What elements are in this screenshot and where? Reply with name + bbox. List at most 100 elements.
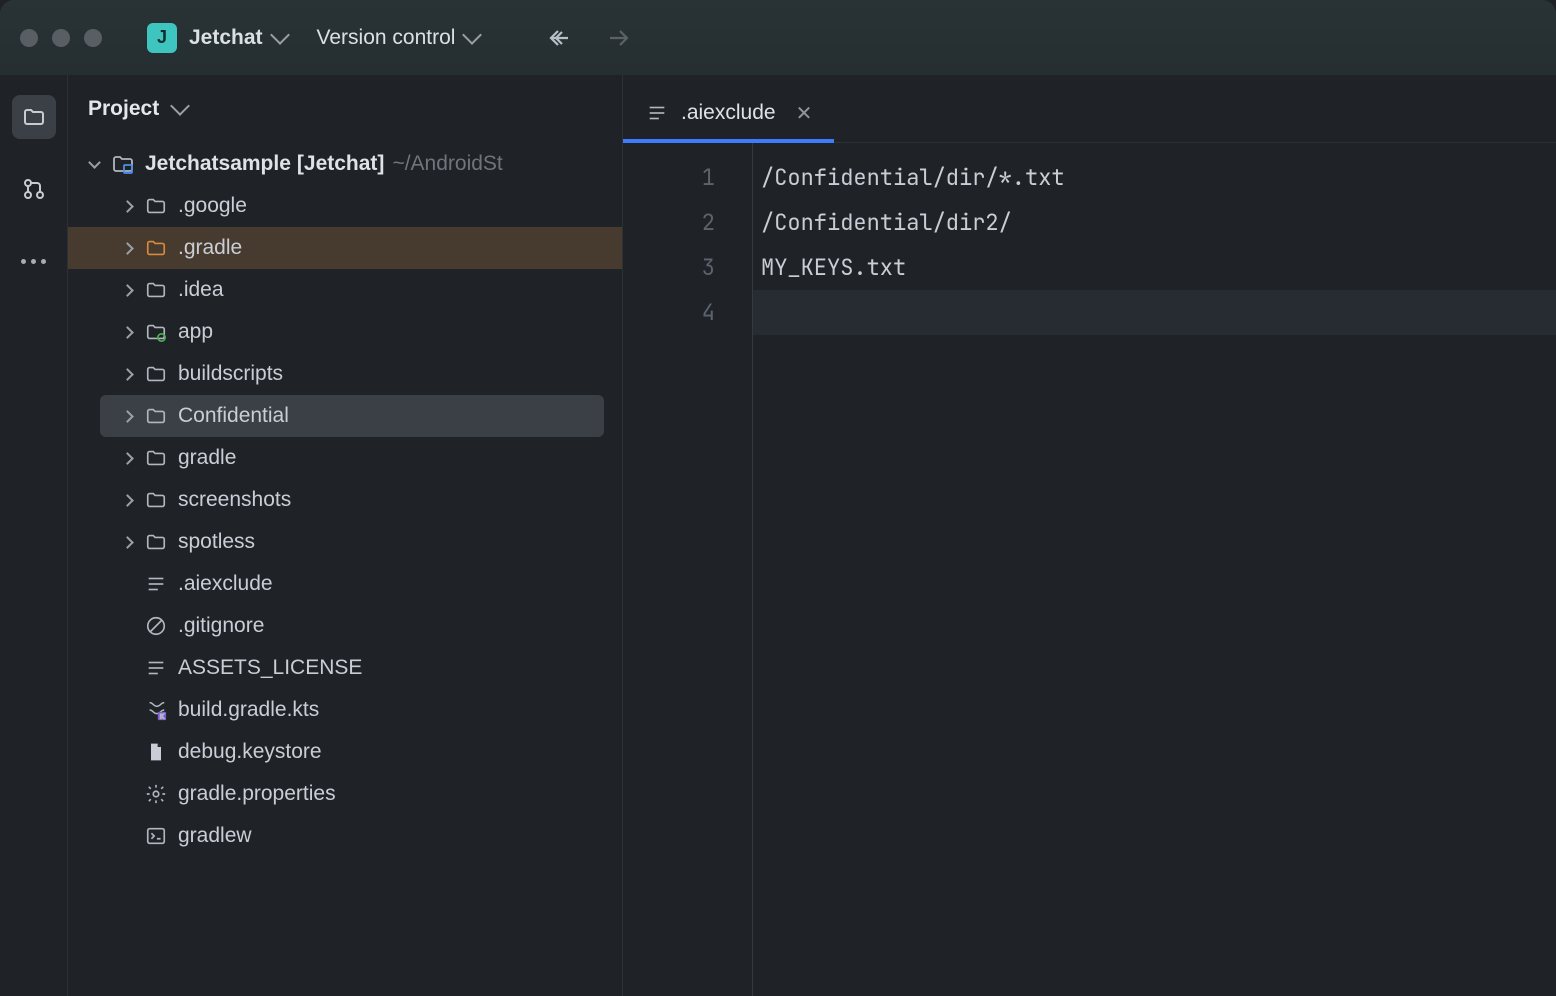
tree-item[interactable]: debug.keystore [68,731,622,773]
module-folder-icon [111,152,135,176]
code-line[interactable]: MY_KEYS.txt [753,245,1556,290]
close-window-icon[interactable] [20,29,38,47]
project-panel-header[interactable]: Project [68,75,622,143]
tree-root[interactable]: Jetchatsample [Jetchat] ~/AndroidSt [68,143,622,185]
folder-icon [144,446,168,470]
code-area[interactable]: 1234 /Confidential/dir/*.txt/Confidentia… [623,143,1556,996]
tree-item[interactable]: .gradle [68,227,622,269]
minimize-window-icon[interactable] [52,29,70,47]
tree-item[interactable]: spotless [68,521,622,563]
tree-item[interactable]: .gitignore [68,605,622,647]
tree-root-path: ~/AndroidSt [392,152,502,176]
tree-item-label: screenshots [178,488,291,512]
tree-item-label: .gradle [178,236,242,260]
expand-toggle[interactable] [116,496,138,505]
editor: .aiexclude ✕ 1234 /Confidential/dir/*.tx… [623,75,1556,996]
window-controls [20,29,102,47]
chevron-down-icon [170,96,190,116]
file-icon [144,740,168,764]
tree-item[interactable]: .idea [68,269,622,311]
line-number: 1 [623,155,753,200]
tree-item-label: gradle [178,446,236,470]
folder-icon [144,530,168,554]
vcs-dropdown[interactable]: Version control [317,26,456,50]
expand-toggle[interactable] [116,286,138,295]
expand-toggle[interactable] [116,412,138,421]
close-tab-icon[interactable]: ✕ [796,101,813,126]
expand-toggle[interactable] [116,202,138,211]
project-name-dropdown[interactable]: Jetchat [189,26,263,50]
tree-item[interactable]: .aiexclude [68,563,622,605]
tree-item[interactable]: .google [68,185,622,227]
line-number: 2 [623,200,753,245]
folder-icon [144,194,168,218]
textfile-icon [645,101,669,125]
tree-item-label: debug.keystore [178,740,322,764]
tree-item-label: app [178,320,213,344]
code-line[interactable] [753,290,1556,335]
folder-orange-icon [144,236,168,260]
editor-tabs: .aiexclude ✕ [623,75,1556,143]
tree-item[interactable]: gradle.properties [68,773,622,815]
tree-item-label: Confidential [178,404,289,428]
tree-item[interactable]: Kbuild.gradle.kts [68,689,622,731]
folder-icon [144,404,168,428]
tree-item[interactable]: ASSETS_LICENSE [68,647,622,689]
structure-tool-button[interactable] [12,167,56,211]
tab-label: .aiexclude [681,101,776,125]
tree-item-label: .google [178,194,247,218]
code-line[interactable]: /Confidential/dir/*.txt [753,155,1556,200]
nav-back-button[interactable] [547,26,571,50]
project-tree: Jetchatsample [Jetchat] ~/AndroidSt .goo… [68,143,622,996]
chevron-down-icon [463,25,483,45]
tree-item-label: gradlew [178,824,252,848]
editor-tab[interactable]: .aiexclude ✕ [623,87,834,143]
svg-text:K: K [160,713,165,720]
gutter: 1234 [623,143,753,996]
code-lines[interactable]: /Confidential/dir/*.txt/Confidential/dir… [753,143,1556,996]
project-badge: J [147,23,177,53]
tree-item-label: .gitignore [178,614,264,638]
project-panel: Project Jetchatsample [Jetchat] ~/Androi… [68,75,623,996]
titlebar: J Jetchat Version control [0,0,1556,75]
folder-icon [144,278,168,302]
tree-item[interactable]: buildscripts [68,353,622,395]
project-tool-button[interactable] [12,95,56,139]
line-number: 3 [623,245,753,290]
tool-rail [0,75,68,996]
chevron-down-icon [270,25,290,45]
folder-icon [144,488,168,512]
tree-item-label: build.gradle.kts [178,698,319,722]
more-tools-button[interactable] [12,239,56,283]
tree-item-label: gradle.properties [178,782,336,806]
tree-item-label: spotless [178,530,255,554]
textfile-icon [144,572,168,596]
terminal-icon [144,824,168,848]
expand-toggle[interactable] [116,328,138,337]
maximize-window-icon[interactable] [84,29,102,47]
tree-item[interactable]: screenshots [68,479,622,521]
folder-icon [144,362,168,386]
tree-item-label: .aiexclude [178,572,273,596]
expand-toggle[interactable] [116,538,138,547]
textfile-icon [144,656,168,680]
panel-title: Project [88,97,159,121]
code-line[interactable]: /Confidential/dir2/ [753,200,1556,245]
tree-item[interactable]: app [68,311,622,353]
tree-item[interactable]: gradle [68,437,622,479]
expand-toggle[interactable] [83,162,105,167]
module-icon [144,320,168,344]
ignore-icon [144,614,168,638]
expand-toggle[interactable] [116,370,138,379]
tree-item[interactable]: Confidential [100,395,604,437]
tree-item-label: ASSETS_LICENSE [178,656,362,680]
line-number: 4 [623,290,753,335]
expand-toggle[interactable] [116,454,138,463]
tree-item-label: buildscripts [178,362,283,386]
tree-root-bracket: [Jetchat] [297,152,385,176]
nav-forward-button[interactable] [607,26,631,50]
gear-icon [144,782,168,806]
tree-item-label: .idea [178,278,224,302]
tree-item[interactable]: gradlew [68,815,622,857]
expand-toggle[interactable] [116,244,138,253]
